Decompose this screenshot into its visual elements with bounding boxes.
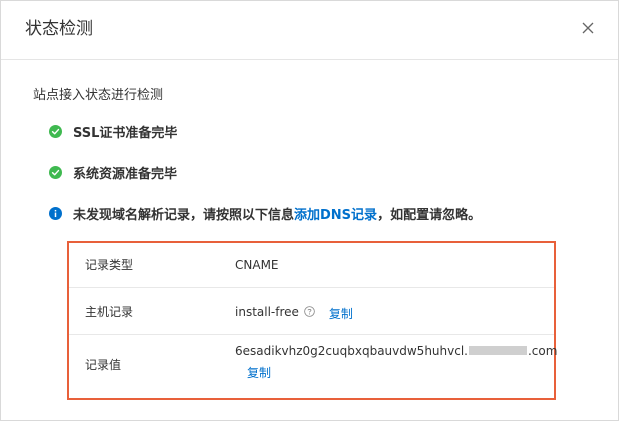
record-row-type: 记录类型 CNAME (69, 243, 554, 288)
record-value-label: 记录值 (85, 358, 122, 372)
record-type-value: CNAME (235, 258, 279, 272)
info-circle-icon (49, 206, 62, 220)
status-system: 系统资源准备完毕 (49, 162, 177, 182)
copy-host-button[interactable]: 复制 (329, 307, 353, 321)
status-dns-prefix: 未发现域名解析记录，请按照以下信息 (73, 207, 295, 223)
record-type-label: 记录类型 (85, 258, 134, 272)
redacted-block (468, 346, 527, 355)
record-value-prefix: 6esadikvhz0g2cuqbxqbauvdw5huhvcl. (235, 344, 468, 358)
record-row-host: 主机记录 install-free 复制 (69, 288, 554, 335)
check-circle-icon (49, 165, 62, 179)
host-record-label: 主机记录 (85, 305, 134, 319)
record-value-group: 6esadikvhz0g2cuqbxqbauvdw5huhvcl. .com (235, 343, 557, 359)
status-check-dialog: 状态检测 站点接入状态进行检测 SSL证书准备完毕 系统资源准备完毕 未发现域名… (0, 0, 619, 421)
dialog-header: 状态检测 (1, 1, 618, 60)
close-button[interactable] (580, 20, 596, 36)
close-icon (582, 22, 594, 34)
status-ssl-text: SSL证书准备完毕 (73, 125, 178, 141)
intro-text: 站点接入状态进行检测 (33, 88, 164, 103)
status-ssl: SSL证书准备完毕 (49, 121, 177, 141)
status-dns: 未发现域名解析记录，请按照以下信息 添加DNS记录 ，如配置请忽略。 (49, 203, 481, 223)
copy-value-button[interactable]: 复制 (247, 365, 271, 381)
status-system-text: 系统资源准备完毕 (73, 166, 178, 182)
help-icon[interactable] (304, 306, 315, 317)
dns-record-table: 记录类型 CNAME 主机记录 install-free 复制 记录值 6esa… (67, 241, 557, 400)
check-circle-icon (49, 124, 62, 138)
record-row-value: 记录值 6esadikvhz0g2cuqbxqbauvdw5huhvcl. .co… (69, 335, 557, 396)
add-dns-record-link[interactable]: 添加DNS记录 (294, 204, 377, 223)
host-record-value: install-free (235, 305, 299, 319)
dialog-title: 状态检测 (25, 19, 93, 39)
host-record-value-group: install-free 复制 (235, 304, 353, 321)
status-dns-suffix: ，如配置请忽略。 (377, 207, 482, 223)
record-value-suffix: .com (527, 344, 558, 358)
